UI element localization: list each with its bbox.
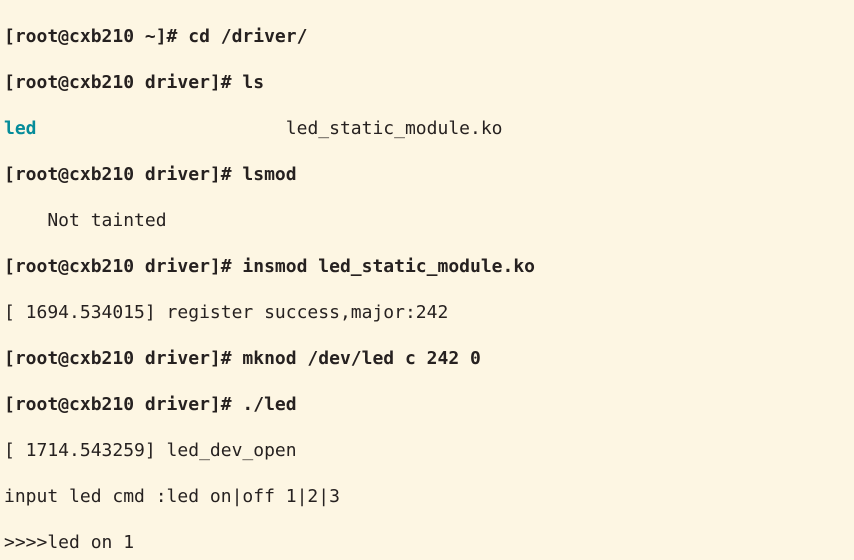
shell-prompt: [root@cxb210 driver]# [4,348,232,369]
shell-prompt: [root@cxb210 driver]# [4,256,232,277]
file-entry: led_static_module.ko [286,118,503,139]
shell-prompt: [root@cxb210 driver]# [4,394,232,415]
shell-command: insmod led_static_module.ko [232,256,535,277]
output-line: input led cmd :led on|off 1|2|3 [4,485,850,508]
output-line: Not tainted [4,209,850,232]
terminal-output[interactable]: [root@cxb210 ~]# cd /driver/ [root@cxb21… [0,0,854,560]
shell-prompt: [root@cxb210 driver]# [4,72,232,93]
terminal-line: [root@cxb210 ~]# cd /driver/ [4,25,850,48]
terminal-line: [root@cxb210 driver]# insmod led_static_… [4,255,850,278]
kernel-log-line: [ 1714.543259] led_dev_open [4,439,850,462]
shell-command: cd /driver/ [177,26,307,47]
input-line: >>>>led on 1 [4,531,850,554]
terminal-line: [root@cxb210 driver]# lsmod [4,163,850,186]
ls-output-line: led led_static_module.ko [4,117,850,140]
shell-command: mknod /dev/led c 242 0 [232,348,481,369]
spacing [37,118,286,139]
shell-command: lsmod [232,164,297,185]
shell-prompt: [root@cxb210 driver]# [4,164,232,185]
shell-command: ls [232,72,265,93]
terminal-line: [root@cxb210 driver]# ls [4,71,850,94]
terminal-line: [root@cxb210 driver]# ./led [4,393,850,416]
terminal-line: [root@cxb210 driver]# mknod /dev/led c 2… [4,347,850,370]
kernel-log-line: [ 1694.534015] register success,major:24… [4,301,850,324]
shell-command: ./led [232,394,297,415]
directory-entry: led [4,118,37,139]
shell-prompt: [root@cxb210 ~]# [4,26,177,47]
